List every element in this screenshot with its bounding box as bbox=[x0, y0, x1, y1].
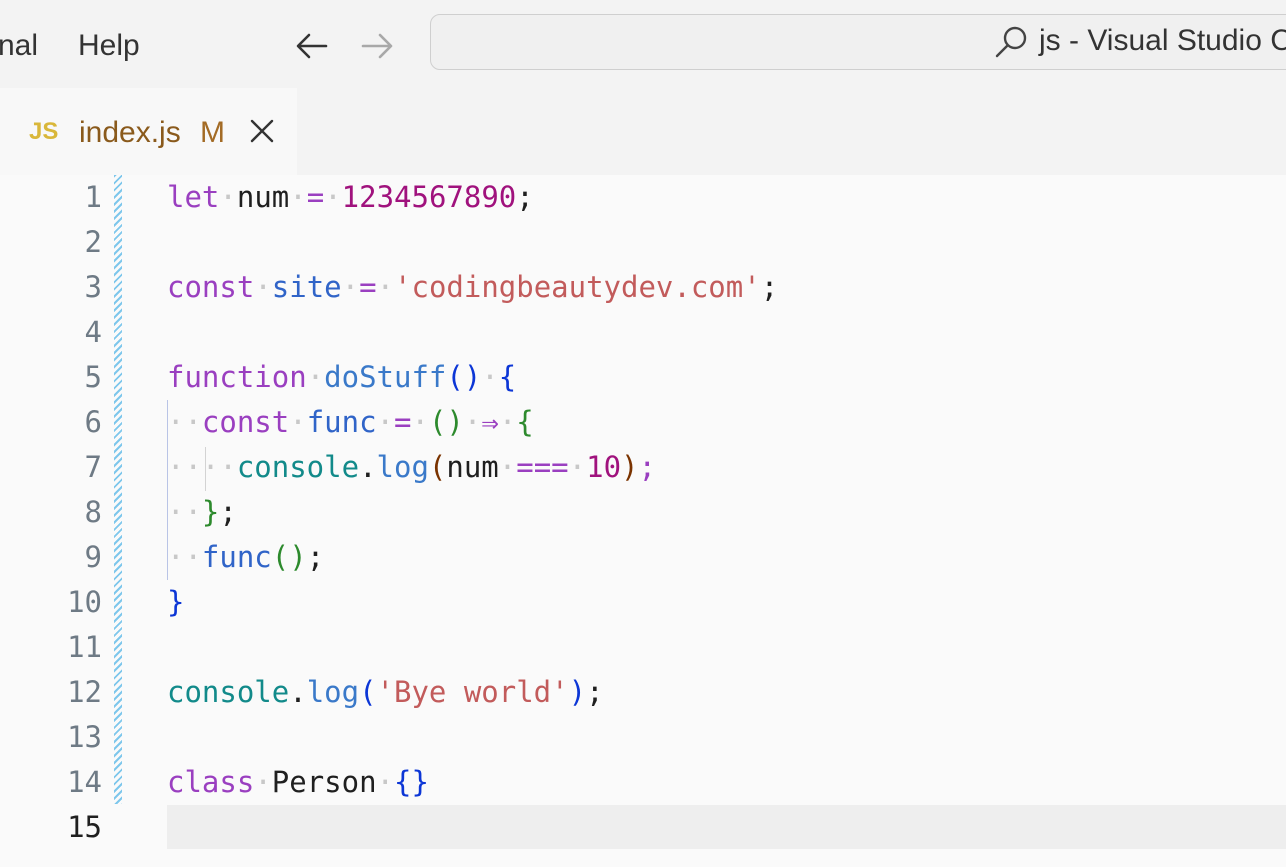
token-brace: { bbox=[498, 360, 517, 394]
token-paren-close: ) bbox=[621, 450, 639, 484]
line-number[interactable]: 11 bbox=[0, 625, 102, 670]
token-brace: } bbox=[201, 495, 220, 529]
token-paren-open: ( bbox=[428, 450, 447, 484]
code-line-1[interactable]: let·num·=·1234567890; bbox=[167, 175, 534, 220]
line-number[interactable]: 14 bbox=[0, 760, 102, 805]
token-function-name: doStuff bbox=[324, 360, 447, 394]
line-number[interactable]: 12 bbox=[0, 670, 102, 715]
token-brace: } bbox=[167, 585, 185, 619]
code-line-9[interactable]: ··func(); bbox=[167, 535, 324, 580]
token-variable: num bbox=[446, 450, 499, 484]
search-icon bbox=[993, 23, 1031, 61]
token-keyword: function bbox=[167, 360, 307, 394]
line-number[interactable]: 2 bbox=[0, 220, 102, 265]
token-number: 1234567890 bbox=[341, 180, 517, 214]
line-number[interactable]: 9 bbox=[0, 535, 102, 580]
token-method: log bbox=[376, 450, 429, 484]
line-number[interactable]: 6 bbox=[0, 400, 102, 445]
token-operator: === bbox=[516, 450, 569, 484]
command-center-text: js - Visual Studio C bbox=[1039, 24, 1286, 57]
modified-badge: M bbox=[200, 116, 225, 149]
token-object: console bbox=[236, 450, 360, 484]
token-keyword: const bbox=[201, 405, 290, 439]
token-arrow: ⇒ bbox=[481, 405, 499, 439]
line-number[interactable]: 7 bbox=[0, 445, 102, 490]
token-function-call: func bbox=[201, 540, 272, 574]
line-number[interactable]: 3 bbox=[0, 265, 102, 310]
line-number[interactable]: 1 bbox=[0, 175, 102, 220]
token-punctuation: ; bbox=[638, 450, 656, 484]
code-line-14[interactable]: class·Person·{} bbox=[167, 760, 429, 805]
token-operator: = bbox=[394, 405, 412, 439]
code-line-5[interactable]: function·doStuff()·{ bbox=[167, 355, 516, 400]
token-paren-close: ) bbox=[568, 675, 587, 709]
token-operator: = bbox=[306, 180, 325, 214]
arrow-left-icon[interactable] bbox=[292, 26, 332, 66]
token-parens: () bbox=[428, 405, 464, 439]
code-line-7[interactable]: ····console.log(num·===·10); bbox=[167, 445, 656, 490]
menu-help[interactable]: Help bbox=[78, 26, 140, 66]
token-object: console bbox=[167, 675, 290, 709]
close-icon[interactable] bbox=[247, 116, 277, 146]
command-center[interactable]: js - Visual Studio C bbox=[430, 14, 1286, 70]
code-line-12[interactable]: console.log('Bye world'); bbox=[167, 670, 604, 715]
token-dot: . bbox=[359, 450, 377, 484]
token-braces: {} bbox=[394, 765, 429, 799]
token-punctuation: ; bbox=[586, 675, 604, 709]
token-keyword: let bbox=[167, 180, 220, 214]
tab-filename: index.js bbox=[79, 116, 181, 149]
token-variable: num bbox=[236, 180, 290, 214]
token-brace: { bbox=[516, 405, 534, 439]
token-operator: = bbox=[359, 270, 377, 304]
token-parens: () bbox=[446, 360, 482, 394]
arrow-right-icon[interactable] bbox=[357, 26, 397, 66]
code-line-10[interactable]: } bbox=[167, 580, 184, 625]
js-file-icon: JS bbox=[29, 118, 59, 145]
line-number[interactable]: 4 bbox=[0, 310, 102, 355]
token-parens: () bbox=[271, 540, 307, 574]
current-line-highlight bbox=[167, 805, 1286, 849]
line-number[interactable]: 5 bbox=[0, 355, 102, 400]
token-punctuation: ; bbox=[306, 540, 325, 574]
token-punctuation: ; bbox=[219, 495, 237, 529]
token-punctuation: ; bbox=[760, 270, 779, 304]
line-number-active[interactable]: 15 bbox=[0, 805, 102, 850]
token-number: 10 bbox=[586, 450, 622, 484]
token-dot: . bbox=[289, 675, 307, 709]
title-bar: nal Help js - Visual Studio C bbox=[0, 0, 1286, 88]
token-keyword: const bbox=[167, 270, 255, 304]
token-class-name: Person bbox=[271, 765, 377, 799]
line-number[interactable]: 8 bbox=[0, 490, 102, 535]
menu-terminal[interactable]: nal bbox=[0, 26, 38, 66]
modified-lines-indicator bbox=[114, 175, 122, 804]
line-number[interactable]: 10 bbox=[0, 580, 102, 625]
tab-index-js[interactable]: JS index.js M bbox=[0, 88, 297, 175]
code-line-3[interactable]: const·site·=·'codingbeautydev.com'; bbox=[167, 265, 778, 310]
token-paren-open: ( bbox=[359, 675, 377, 709]
token-variable: func bbox=[306, 405, 377, 439]
token-method: log bbox=[306, 675, 360, 709]
line-number[interactable]: 13 bbox=[0, 715, 102, 760]
token-keyword: class bbox=[167, 765, 255, 799]
code-line-6[interactable]: ··const·func·=·()·⇒·{ bbox=[167, 400, 534, 445]
code-editor[interactable]: 1 2 3 4 5 6 7 8 9 10 11 12 13 14 15 let·… bbox=[0, 175, 1286, 867]
token-string: 'codingbeautydev.com' bbox=[394, 270, 761, 304]
token-punctuation: ; bbox=[516, 180, 534, 214]
token-string: 'Bye world' bbox=[376, 675, 569, 709]
code-line-8[interactable]: ··}; bbox=[167, 490, 237, 535]
token-variable: site bbox=[271, 270, 342, 304]
tab-bar: JS index.js M bbox=[0, 88, 1286, 175]
